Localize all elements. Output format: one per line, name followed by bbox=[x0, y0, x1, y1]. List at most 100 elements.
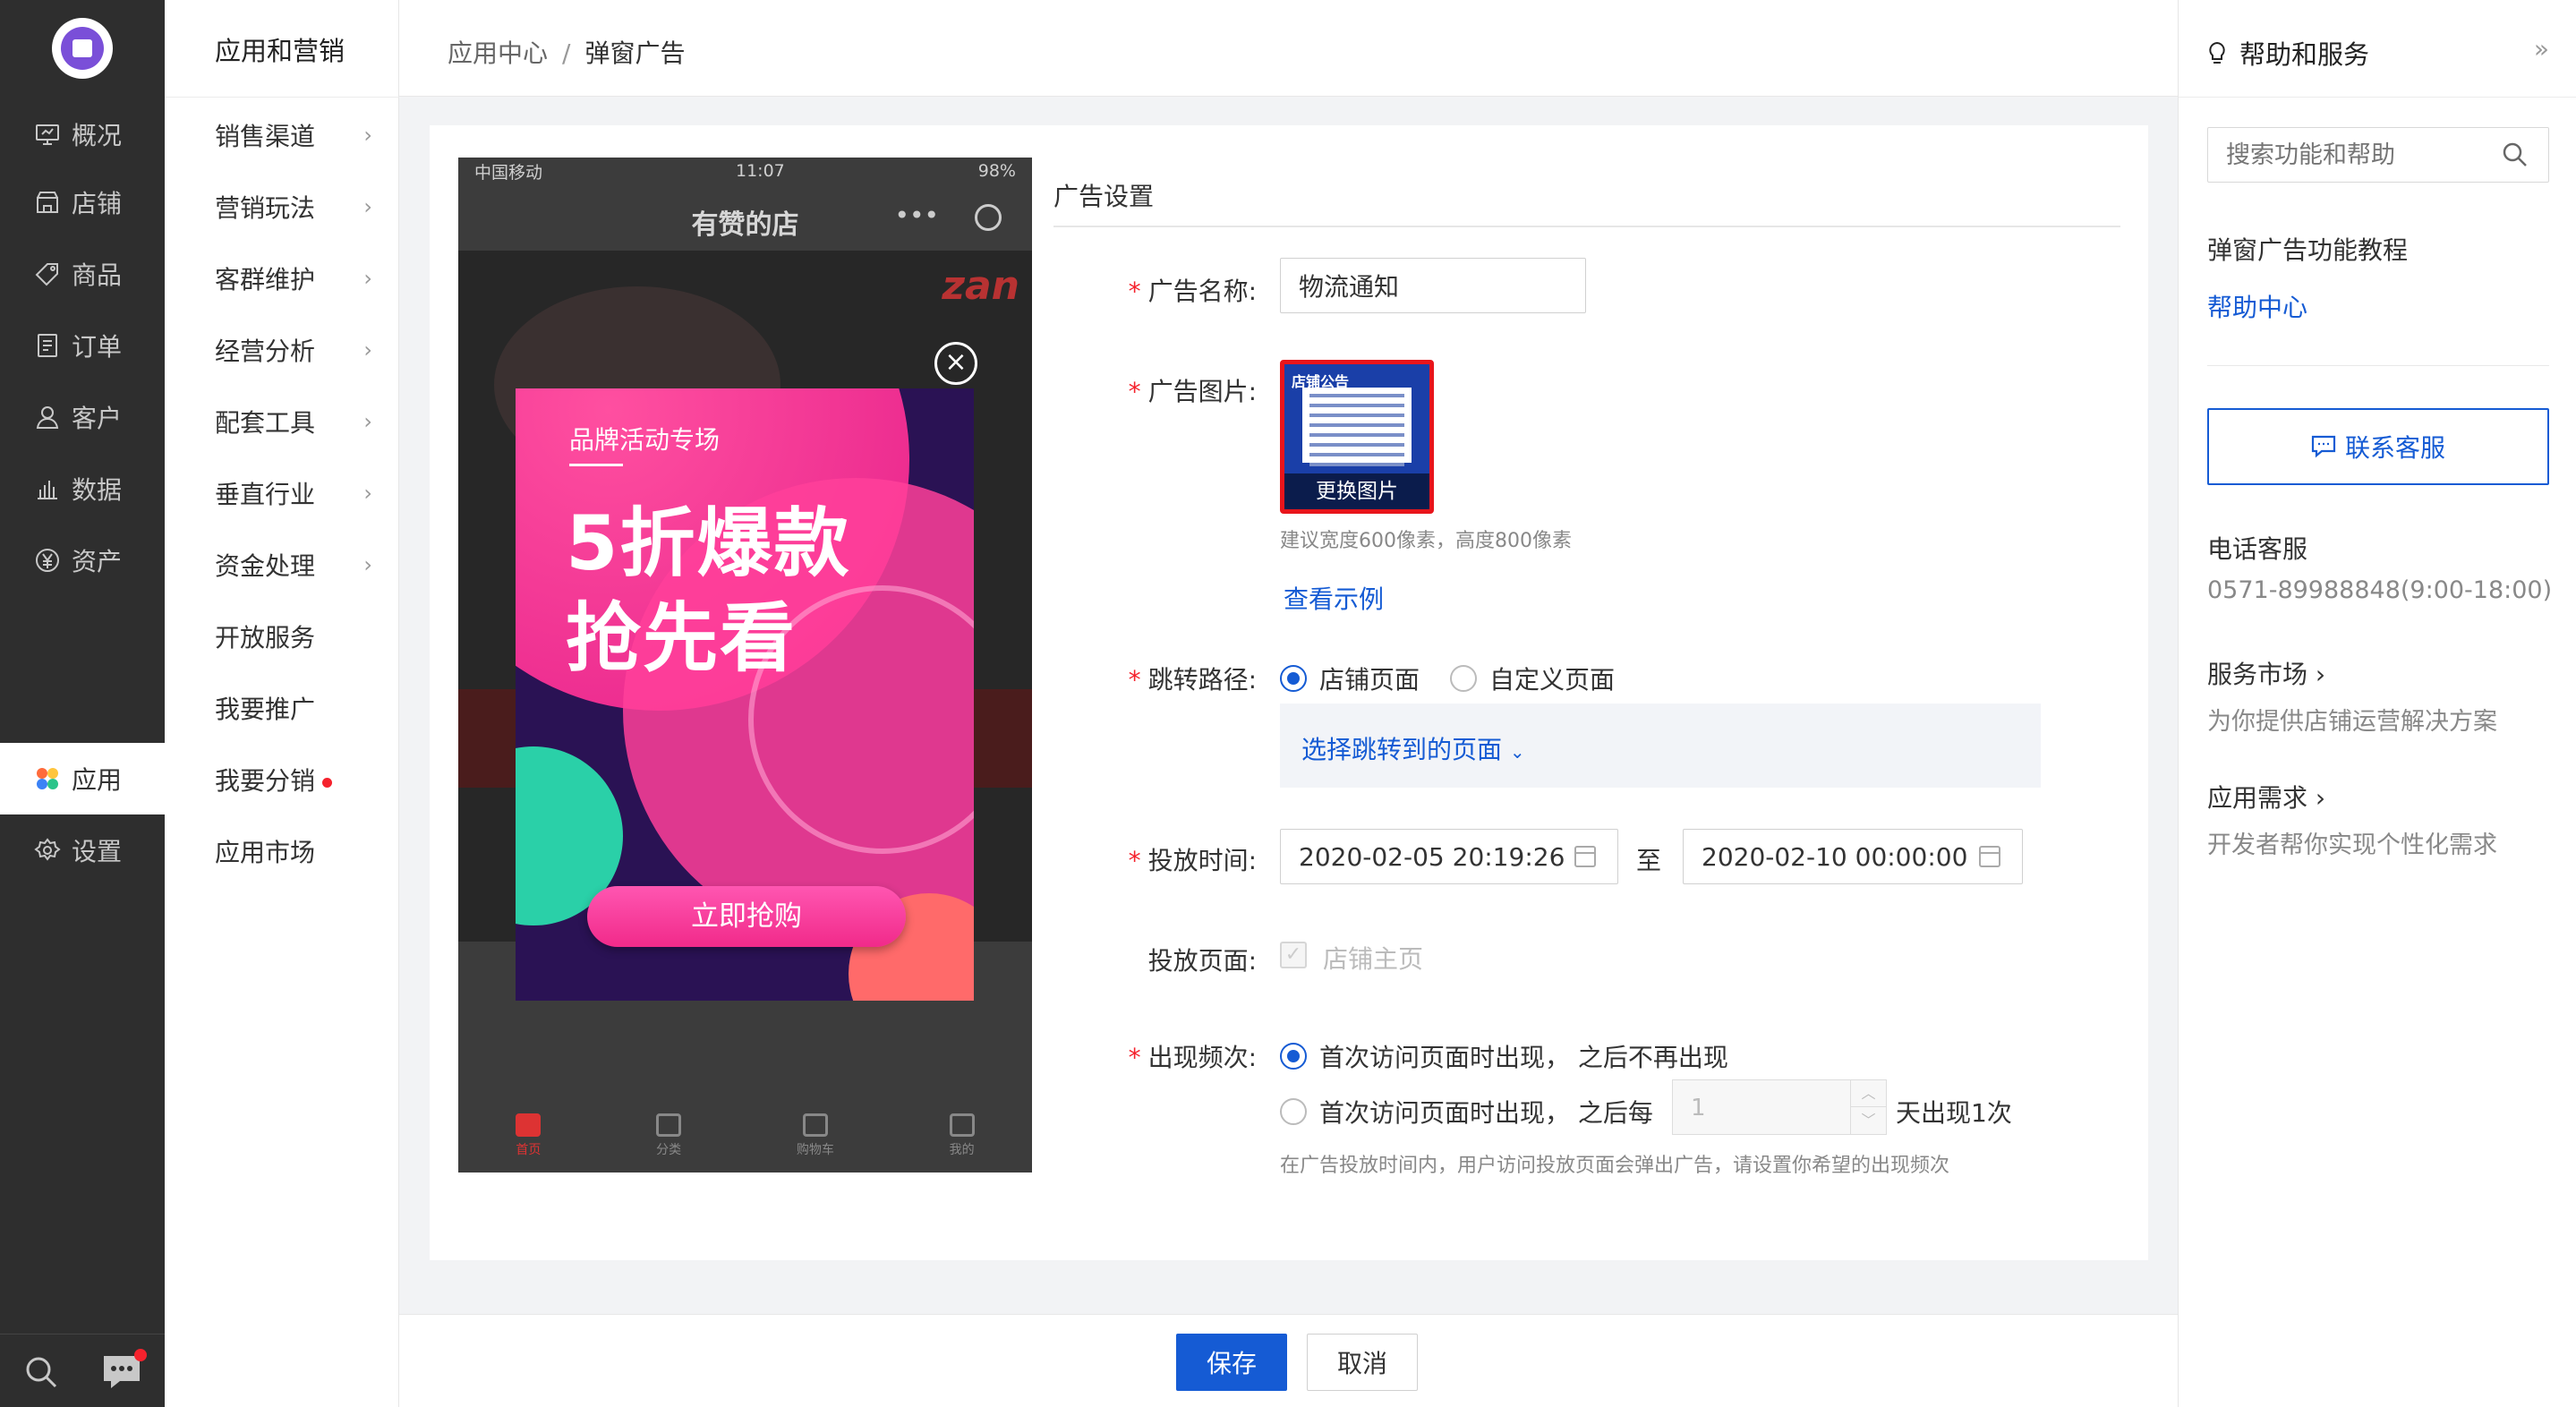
chevron-down-icon[interactable]: ﹀ bbox=[1851, 1107, 1886, 1134]
sidebar-item-label: 店铺 bbox=[72, 189, 123, 218]
message-icon[interactable] bbox=[102, 1349, 147, 1390]
divider bbox=[2207, 365, 2549, 366]
sidebar-item-data[interactable]: 数据 bbox=[0, 453, 165, 524]
ad-image-thumbnail[interactable]: 店铺公告 更换图片 bbox=[1280, 360, 1434, 514]
sidebar-item-overview[interactable]: 概况 bbox=[0, 98, 165, 170]
help-header: 帮助和服务 bbox=[2205, 34, 2369, 72]
tab-label: 购物车 bbox=[796, 1143, 834, 1157]
sidebar-item-settings[interactable]: 设置 bbox=[0, 814, 165, 886]
time-range-separator: 至 bbox=[1636, 846, 1662, 875]
help-title: 帮助和服务 bbox=[2239, 39, 2370, 70]
radio-checked bbox=[1280, 665, 1307, 692]
ad-cta-button: 立即抢购 bbox=[587, 886, 906, 947]
radio-custom-page[interactable]: 自定义页面 bbox=[1450, 661, 1615, 696]
radio-label: 首次访问页面时出现， 之后每 bbox=[1319, 1098, 1653, 1128]
subnav-label: 经营分析 bbox=[215, 337, 316, 366]
save-button[interactable]: 保存 bbox=[1176, 1334, 1287, 1391]
radio-show-once[interactable]: 首次访问页面时出现， 之后不再出现 bbox=[1280, 1038, 1728, 1074]
subnav-item-tools[interactable]: 配套工具 › bbox=[215, 399, 376, 444]
sidebar-item-assets[interactable]: 资产 bbox=[0, 524, 165, 596]
order-icon bbox=[32, 332, 63, 359]
required-mark: * bbox=[1128, 277, 1141, 306]
checkbox-label: 店铺主页 bbox=[1323, 944, 1424, 974]
breadcrumb-current: 弹窗广告 bbox=[584, 38, 686, 68]
sidebar-item-apps[interactable]: 应用 bbox=[0, 743, 165, 814]
subnav-item-distribution[interactable]: 我要分销 bbox=[215, 757, 376, 802]
sidebar-item-label: 设置 bbox=[72, 837, 123, 866]
jump-page-selector: 选择跳转到的页面 ⌄ bbox=[1280, 704, 2041, 788]
main-sidebar: 概况 店铺 商品 订单 客户 数据 资产 应用 设置 bbox=[0, 0, 165, 1407]
cancel-button[interactable]: 取消 bbox=[1307, 1334, 1418, 1391]
radio-label: 自定义页面 bbox=[1489, 665, 1616, 695]
subnav-item-analysis[interactable]: 经营分析 › bbox=[215, 328, 376, 372]
subnav-label: 客群维护 bbox=[215, 265, 316, 294]
shop-logo[interactable] bbox=[52, 18, 113, 79]
subnav-item-funds[interactable]: 资金处理 › bbox=[215, 542, 376, 587]
radio-show-every-n-days[interactable]: 首次访问页面时出现， 之后每 bbox=[1280, 1094, 1653, 1130]
days-stepper[interactable]: 1 ︿ ﹀ bbox=[1672, 1079, 1887, 1135]
view-example-link[interactable]: 查看示例 bbox=[1284, 580, 1384, 616]
service-market-link[interactable]: 服务市场 › bbox=[2207, 655, 2325, 691]
brand-mark: zan bbox=[942, 263, 1019, 309]
chevron-right-icon: › bbox=[363, 481, 372, 506]
search-icon[interactable] bbox=[2501, 141, 2529, 169]
collapse-icon[interactable]: » bbox=[2534, 34, 2549, 64]
subnav-item-industry[interactable]: 垂直行业 › bbox=[215, 471, 376, 516]
breadcrumb-parent[interactable]: 应用中心 bbox=[448, 38, 548, 68]
search-icon[interactable] bbox=[21, 1352, 61, 1392]
yen-icon bbox=[32, 547, 63, 574]
sidebar-item-orders[interactable]: 订单 bbox=[0, 310, 165, 381]
radio-checked bbox=[1280, 1043, 1307, 1070]
app-demand-link[interactable]: 应用需求 › bbox=[2207, 779, 2325, 814]
cart-icon bbox=[802, 1113, 828, 1137]
status-battery: 98% bbox=[977, 161, 1016, 181]
jump-path-label: * 跳转路径: bbox=[1128, 665, 1257, 695]
subnav-label: 我要分销 bbox=[215, 766, 316, 796]
subnav-item-customer-group[interactable]: 客群维护 › bbox=[215, 256, 376, 301]
change-image-button[interactable]: 更换图片 bbox=[1284, 473, 1429, 509]
frequency-hint: 在广告投放时间内，用户访问投放页面会弹出广告，请设置你希望的出现频次 bbox=[1280, 1155, 1950, 1177]
status-time: 11:07 bbox=[736, 161, 785, 181]
tab-cart: 购物车 bbox=[797, 1113, 834, 1158]
subnav-item-sales-channel[interactable]: 销售渠道 › bbox=[215, 113, 376, 158]
phone-service-number: 0571-89988848(9:00-18:00) bbox=[2207, 576, 2553, 604]
chat-icon bbox=[2311, 435, 2336, 458]
help-search-input[interactable] bbox=[2207, 127, 2549, 183]
bottom-action-bar bbox=[399, 1314, 2178, 1407]
tab-category: 分类 bbox=[656, 1113, 682, 1158]
service-market-desc: 为你提供店铺运营解决方案 bbox=[2207, 708, 2497, 736]
select-jump-page-dropdown[interactable]: 选择跳转到的页面 ⌄ bbox=[1301, 730, 1525, 766]
radio-unchecked bbox=[1450, 665, 1477, 692]
help-center-link[interactable]: 帮助中心 bbox=[2207, 288, 2307, 324]
chevron-right-icon: › bbox=[363, 266, 372, 291]
shop-title: 有赞的店 bbox=[691, 209, 799, 241]
user-icon bbox=[949, 1113, 975, 1137]
subnav-label: 垂直行业 bbox=[215, 480, 316, 509]
contact-service-button[interactable]: 联系客服 bbox=[2207, 408, 2549, 485]
checkbox-shop-home: ✓ bbox=[1280, 942, 1307, 968]
sidebar-item-store[interactable]: 店铺 bbox=[0, 166, 165, 238]
sidebar-item-label: 应用 bbox=[72, 765, 123, 795]
sidebar-item-label: 商品 bbox=[72, 260, 123, 290]
sidebar-item-customers[interactable]: 客户 bbox=[0, 381, 165, 453]
section-title: 广告设置 bbox=[1053, 182, 1155, 211]
chevron-right-icon: › bbox=[363, 337, 372, 362]
subnav-item-open-service[interactable]: 开放服务 bbox=[215, 614, 376, 659]
days-value: 1 bbox=[1691, 1095, 1706, 1121]
subnav-item-app-market[interactable]: 应用市场 bbox=[215, 829, 376, 874]
divider bbox=[2179, 97, 2576, 98]
record-icon bbox=[975, 204, 1002, 231]
subnav-item-promote[interactable]: 我要推广 bbox=[215, 686, 376, 730]
help-panel: 帮助和服务 » 弹窗广告功能教程 帮助中心 联系客服 电话客服 0571-899… bbox=[2178, 0, 2576, 1407]
chevron-up-icon[interactable]: ︿ bbox=[1851, 1080, 1886, 1107]
radio-store-page[interactable]: 店铺页面 bbox=[1280, 661, 1420, 696]
chart-icon bbox=[32, 475, 63, 502]
end-time-input[interactable]: 2020-02-10 00:00:00 bbox=[1683, 829, 2023, 884]
sub-navigation: 应用和营销 销售渠道 › 营销玩法 › 客群维护 › 经营分析 › 配套工具 › 垂直行业… bbox=[165, 0, 399, 1407]
start-time-input[interactable]: 2020-02-05 20:19:26 bbox=[1280, 829, 1618, 884]
subnav-item-marketing[interactable]: 营销玩法 › bbox=[215, 184, 376, 229]
ad-name-input[interactable]: 物流通知 bbox=[1280, 258, 1586, 313]
sidebar-item-goods[interactable]: 商品 bbox=[0, 238, 165, 310]
frequency-label: * 出现频次: bbox=[1128, 1043, 1257, 1072]
ad-headline-1: 5折爆款 bbox=[566, 499, 851, 587]
